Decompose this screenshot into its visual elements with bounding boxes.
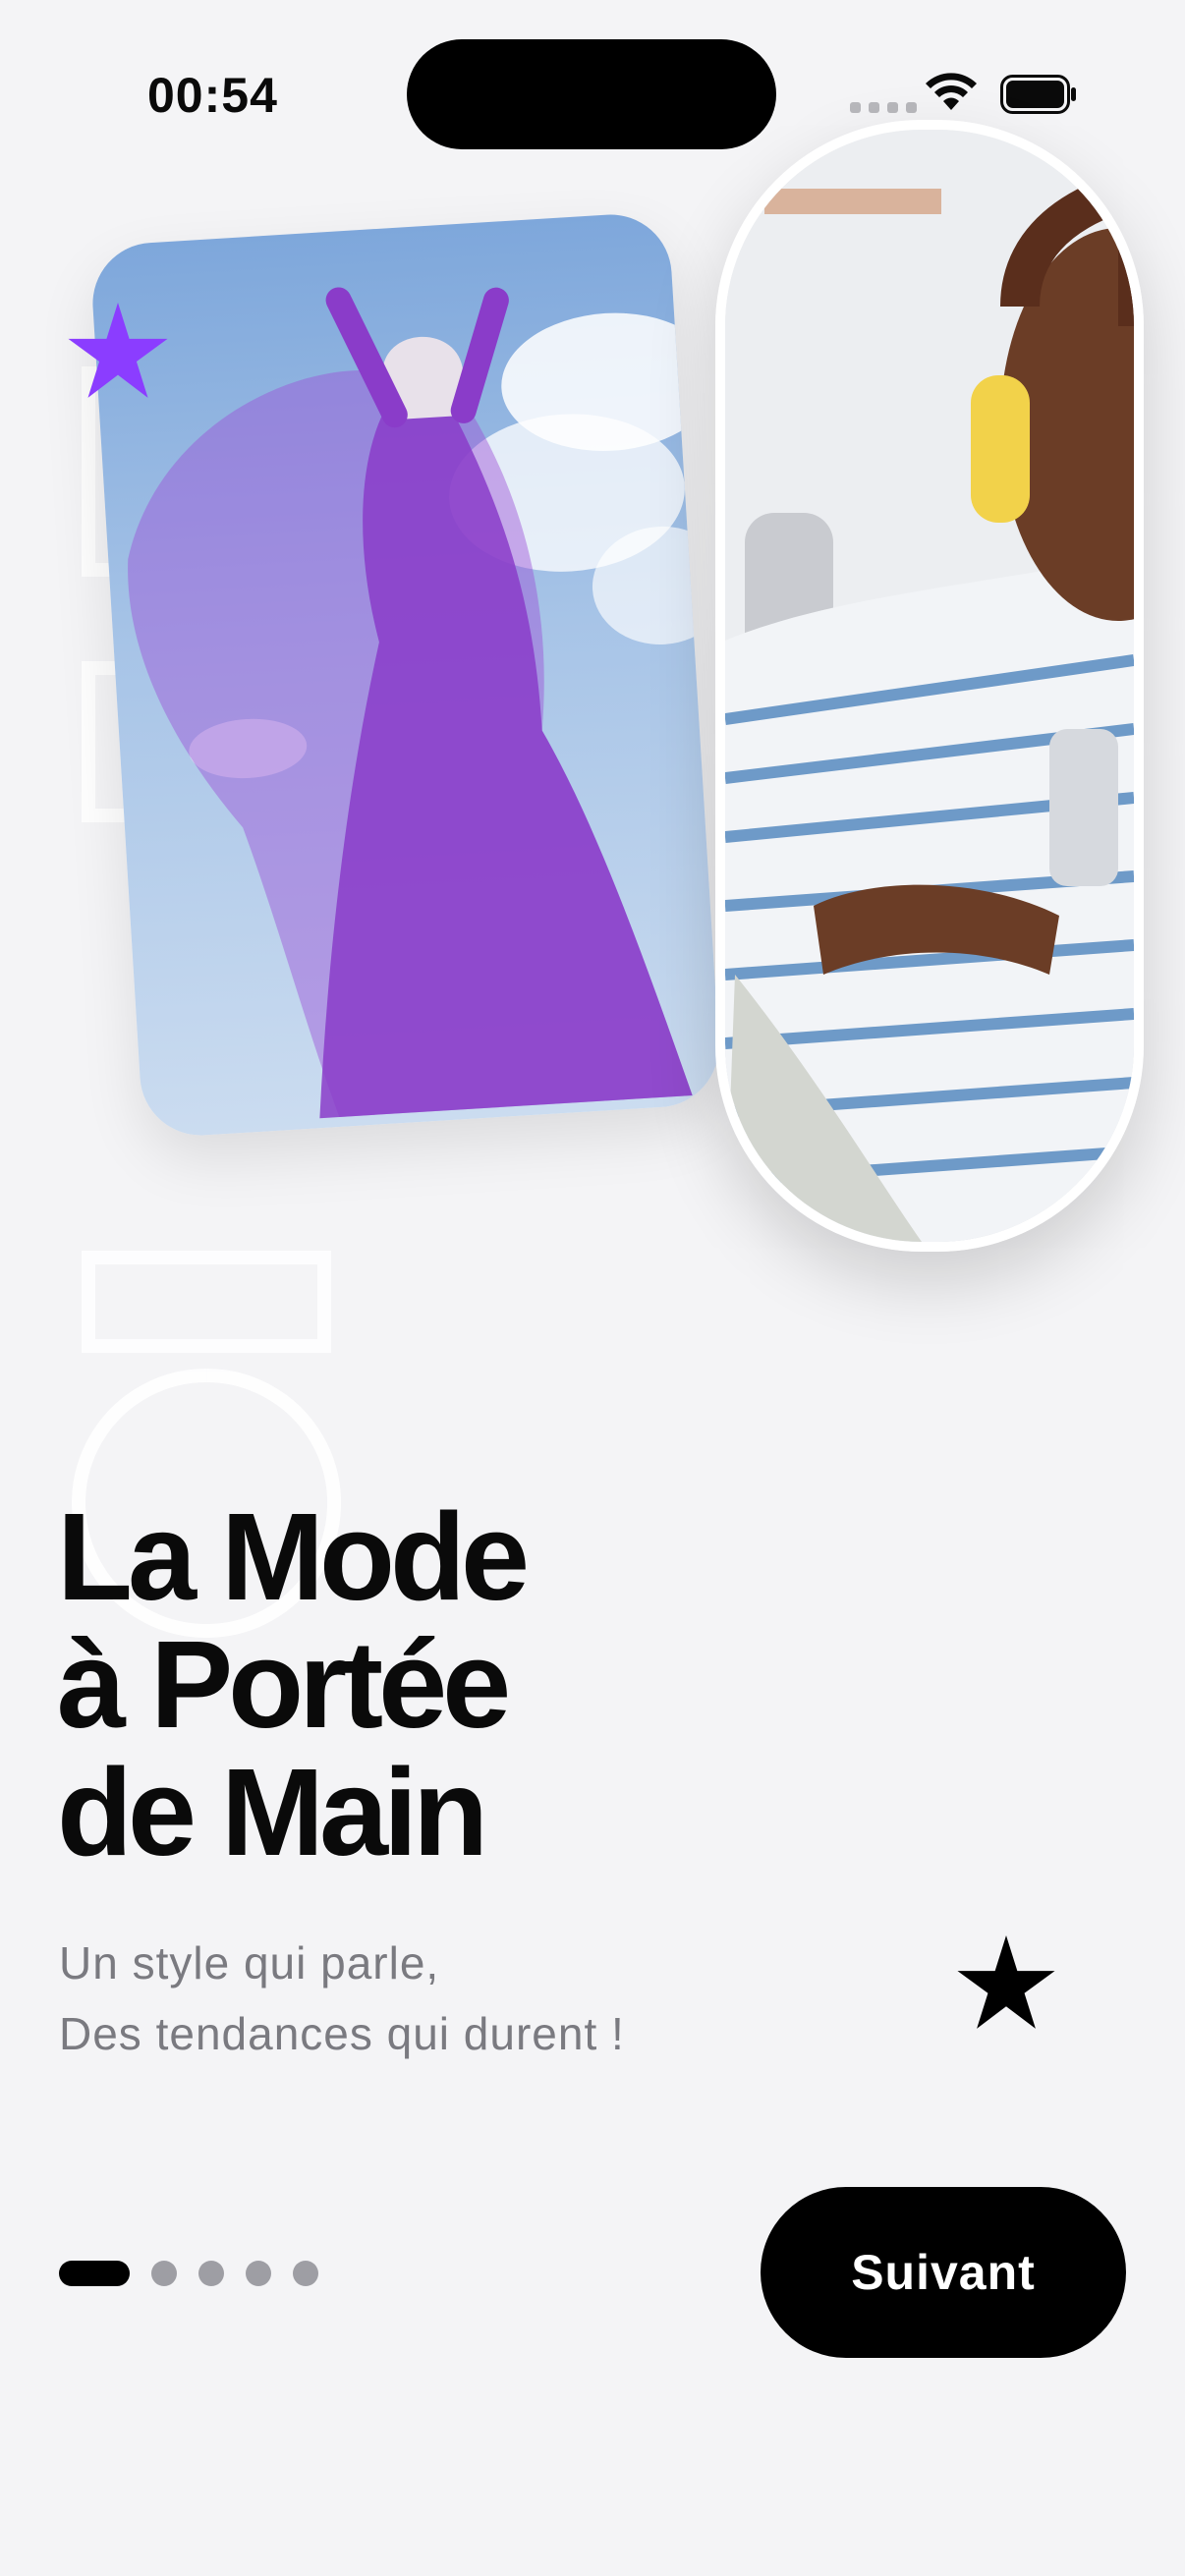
page-dot-3[interactable] [198,2261,224,2286]
subtitle: Un style qui parle, Des tendances qui du… [59,1928,625,2069]
page-dot-5[interactable] [293,2261,318,2286]
page-dot-1[interactable] [59,2261,130,2286]
woman-headphones-phone-photo [715,120,1144,1252]
page-dot-4[interactable] [246,2261,271,2286]
cellular-signal-icon [850,102,917,113]
status-time: 00:54 [147,68,278,123]
star-icon [957,1935,1055,2029]
star-icon [68,303,168,398]
headline-line-2: à Portée [57,1615,511,1754]
battery-icon [1000,75,1076,114]
page-title: La Mode à Portée de Main [57,1487,530,1881]
wifi-icon [926,73,977,110]
subtitle-line-2: Des tendances qui durent ! [59,2008,625,2059]
headline-line-1: La Mode [57,1487,530,1626]
page-dot-2[interactable] [151,2261,177,2286]
dynamic-island [407,39,776,149]
woman-purple-dress-photo [88,210,723,1140]
headline-line-3: de Main [57,1743,488,1881]
next-button[interactable]: Suivant [761,2187,1126,2358]
subtitle-line-1: Un style qui parle, [59,1937,440,1988]
page-indicator [59,2261,318,2286]
